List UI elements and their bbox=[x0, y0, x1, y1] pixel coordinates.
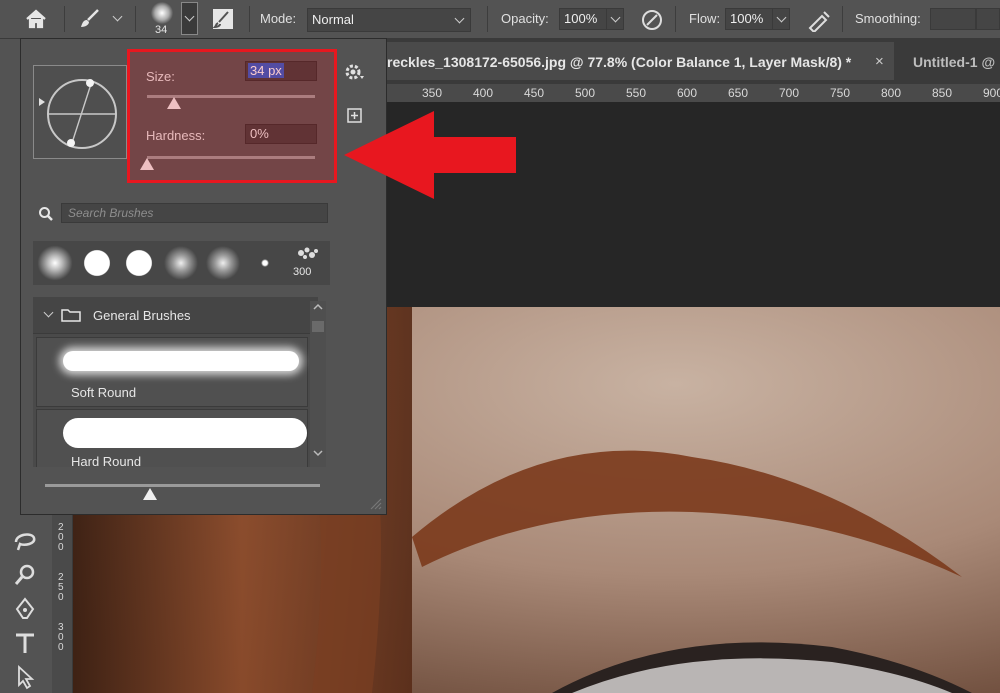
chevron-down-icon bbox=[454, 13, 465, 24]
document-tab-bar: reckles_1308172-65056.jpg @ 77.8% (Color… bbox=[387, 38, 1000, 84]
brush-angle-roundness-preview[interactable] bbox=[33, 65, 127, 159]
ruler-tick: 350 bbox=[422, 86, 443, 100]
zoom-tool-icon[interactable] bbox=[12, 562, 38, 588]
recent-brush-scatter[interactable]: 300 bbox=[287, 243, 329, 283]
search-icon bbox=[39, 207, 53, 221]
flow-input[interactable]: 100% bbox=[725, 8, 773, 30]
horizontal-ruler[interactable]: 350 400 450 500 550 600 650 700 750 800 … bbox=[387, 84, 1000, 102]
scatter-brush-icon bbox=[298, 247, 318, 259]
move-arrow-tool-icon[interactable] bbox=[12, 664, 38, 690]
brush-list-scrollbar[interactable] bbox=[310, 301, 326, 467]
brush-settings-panel-icon[interactable] bbox=[211, 7, 235, 31]
type-tool-icon[interactable] bbox=[12, 630, 38, 656]
ruler-tick: 450 bbox=[524, 86, 545, 100]
options-bar: 34 Mode: Normal Opacity: 100% Flow: 100%… bbox=[0, 0, 1000, 39]
tab-untitled-title: Untitled-1 @ bbox=[913, 54, 996, 70]
recent-brush-hard[interactable] bbox=[119, 243, 159, 283]
mode-label: Mode: bbox=[260, 11, 297, 26]
brush-preset-picker-panel: Size: 34 px Hardness: 0% Search Brushes … bbox=[20, 38, 387, 515]
ruler-tick: 700 bbox=[779, 86, 800, 100]
smoothing-input[interactable] bbox=[930, 8, 976, 30]
brush-preview-icon[interactable] bbox=[151, 2, 173, 24]
recent-brush-soft[interactable] bbox=[35, 243, 75, 283]
preset-count: 300 bbox=[293, 266, 312, 278]
smoothing-label: Smoothing: bbox=[855, 11, 921, 26]
smoothing-dropdown[interactable] bbox=[976, 8, 1000, 30]
brush-size-readout: 34 bbox=[155, 24, 168, 36]
preview-size-slider-thumb[interactable] bbox=[143, 488, 157, 500]
ruler-tick: 800 bbox=[881, 86, 902, 100]
soft-round-stroke-preview bbox=[63, 351, 299, 371]
ruler-tick: 900 bbox=[983, 86, 1000, 100]
recent-brush-hard[interactable] bbox=[77, 243, 117, 283]
recent-brushes-row: 300 bbox=[33, 241, 330, 285]
folder-icon bbox=[61, 309, 81, 322]
vertical-ruler[interactable]: 2 0 0 2 5 0 3 0 0 bbox=[52, 515, 73, 693]
brush-item-label: Hard Round bbox=[71, 454, 142, 467]
opacity-value: 100% bbox=[564, 11, 598, 26]
recent-brush-small[interactable] bbox=[245, 243, 285, 283]
recent-brush-soft[interactable] bbox=[203, 243, 243, 283]
ruler-tick: 2 0 0 bbox=[58, 522, 64, 553]
search-brushes-input[interactable]: Search Brushes bbox=[61, 203, 328, 223]
chevron-down-icon bbox=[776, 12, 787, 23]
ruler-tick: 750 bbox=[830, 86, 851, 100]
opacity-dropdown[interactable] bbox=[606, 8, 624, 30]
tool-preset-chevron-down-icon[interactable] bbox=[112, 11, 123, 22]
lasso-tool-icon[interactable] bbox=[12, 528, 38, 554]
ruler-tick: 400 bbox=[473, 86, 494, 100]
chevron-down-icon bbox=[184, 11, 195, 22]
flow-label: Flow: bbox=[689, 11, 721, 26]
tab-close-icon[interactable]: × bbox=[875, 53, 884, 70]
ruler-tick: 3 0 0 bbox=[58, 622, 64, 653]
resize-grip-icon[interactable] bbox=[369, 497, 383, 511]
group-chevron-down-icon[interactable] bbox=[43, 307, 54, 318]
pen-tool-icon[interactable] bbox=[12, 596, 38, 622]
chevron-down-icon bbox=[610, 12, 621, 23]
preview-size-slider-track[interactable] bbox=[45, 484, 320, 487]
ruler-tick: 650 bbox=[728, 86, 749, 100]
flow-dropdown[interactable] bbox=[772, 8, 790, 30]
ruler-tick: 850 bbox=[932, 86, 953, 100]
scroll-down-chevron-icon[interactable] bbox=[313, 449, 323, 457]
mode-select[interactable]: Normal bbox=[307, 8, 471, 32]
ruler-tick: 600 bbox=[677, 86, 698, 100]
tab-active-title: reckles_1308172-65056.jpg @ 77.8% (Color… bbox=[387, 54, 852, 70]
mode-value: Normal bbox=[312, 12, 354, 27]
brush-group-header[interactable]: General Brushes bbox=[33, 297, 318, 334]
opacity-input[interactable]: 100% bbox=[559, 8, 607, 30]
flow-value: 100% bbox=[730, 11, 764, 26]
recent-brush-soft[interactable] bbox=[161, 243, 201, 283]
scroll-up-chevron-icon[interactable] bbox=[313, 303, 323, 311]
brush-tool-icon[interactable] bbox=[78, 7, 102, 31]
brush-item-soft-round[interactable]: Soft Round bbox=[36, 337, 308, 407]
ruler-tick: 2 5 0 bbox=[58, 572, 64, 603]
red-arrow-annotation bbox=[344, 111, 516, 199]
search-placeholder: Search Brushes bbox=[68, 206, 154, 220]
tab-untitled[interactable]: Untitled-1 @ bbox=[895, 42, 1000, 80]
gear-icon[interactable] bbox=[344, 63, 366, 83]
hard-round-stroke-preview bbox=[63, 418, 307, 448]
pressure-opacity-icon[interactable] bbox=[640, 8, 664, 32]
opacity-label: Opacity: bbox=[501, 11, 549, 26]
ruler-tick: 500 bbox=[575, 86, 596, 100]
size-hardness-highlight-box bbox=[127, 49, 337, 183]
brush-item-label: Soft Round bbox=[71, 385, 137, 400]
ruler-tick: 550 bbox=[626, 86, 647, 100]
home-icon[interactable] bbox=[24, 8, 48, 30]
group-name: General Brushes bbox=[93, 308, 191, 323]
brush-item-hard-round[interactable]: Hard Round bbox=[36, 409, 308, 467]
brush-picker-toggle[interactable] bbox=[181, 2, 198, 35]
brush-list: General Brushes Soft Round Hard Round bbox=[33, 297, 318, 467]
scrollbar-thumb[interactable] bbox=[312, 321, 324, 332]
airbrush-icon[interactable] bbox=[806, 8, 832, 32]
tab-active-document[interactable]: reckles_1308172-65056.jpg @ 77.8% (Color… bbox=[387, 42, 894, 80]
